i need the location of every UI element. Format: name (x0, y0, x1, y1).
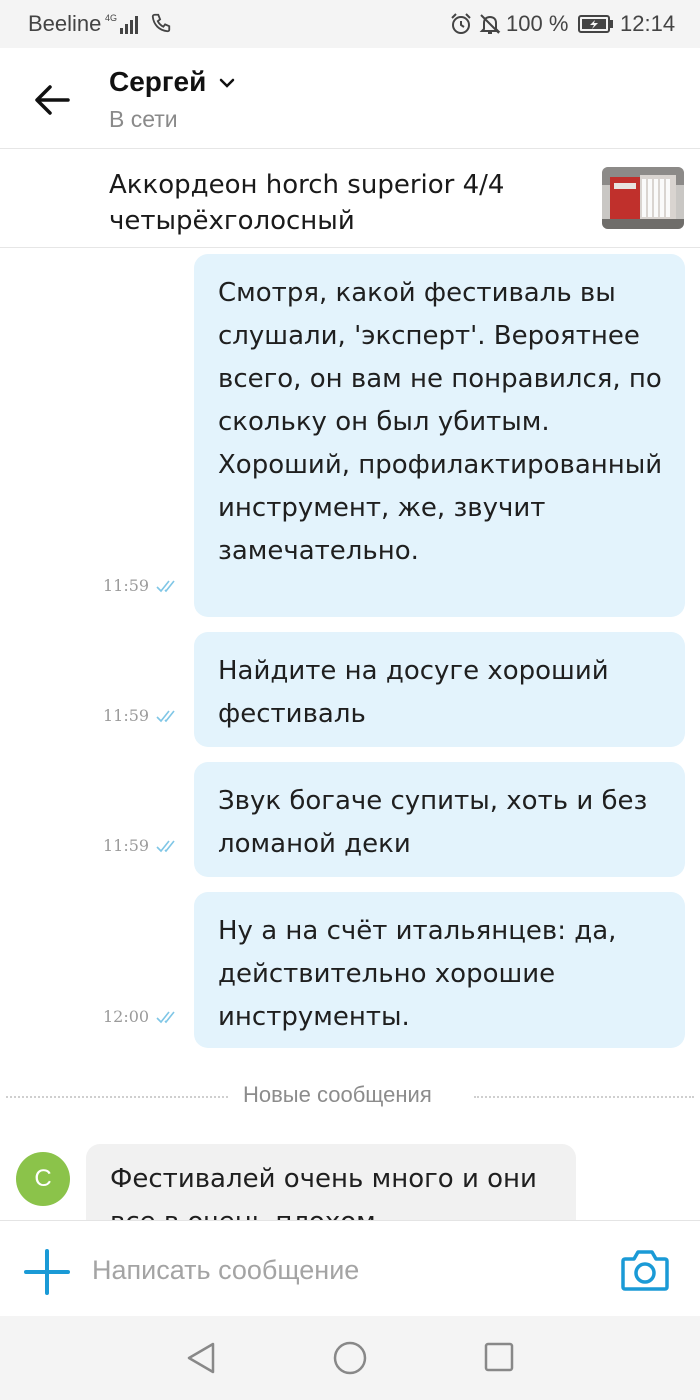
message-bubble-outgoing[interactable]: Найдите на досуге хороший фестиваль (194, 632, 685, 747)
message-time: 11:59 (103, 836, 150, 855)
status-bar: Beeline 4G 100 % 12:14 (0, 0, 700, 48)
battery-percent: 100 % (506, 11, 569, 36)
message-meta: 11:59 (103, 836, 181, 855)
message-list[interactable]: Смотря, какой фестиваль вы слушали, 'экс… (0, 248, 700, 1220)
divider-line (6, 1096, 228, 1098)
new-messages-divider: Новые сообщения (0, 1082, 700, 1112)
contact-status: В сети (109, 106, 178, 132)
message-meta: 12:00 (103, 1007, 181, 1026)
message-input[interactable] (92, 1245, 592, 1295)
chat-header: Сергей В сети (0, 48, 700, 148)
phone-icon (151, 13, 171, 33)
divider-line (474, 1096, 694, 1098)
message-time: 12:00 (103, 1007, 150, 1026)
double-check-icon (156, 580, 175, 593)
signal-icon: 4G (105, 13, 138, 34)
battery-charging-icon (578, 15, 613, 33)
message-meta: 11:59 (103, 706, 181, 725)
clock: 12:14 (620, 11, 676, 36)
message-meta: 11:59 (103, 576, 181, 595)
double-check-icon (156, 840, 175, 853)
plus-icon[interactable] (22, 1247, 72, 1297)
listing-card[interactable]: Аккордеон horch superior 4/4 четырёхголо… (0, 148, 700, 248)
listing-thumbnail[interactable] (602, 167, 684, 229)
alarm-icon (451, 13, 471, 34)
double-check-icon (156, 710, 175, 723)
message-time: 11:59 (103, 706, 150, 725)
system-nav-bar (0, 1316, 700, 1400)
contact-name[interactable]: Сергей (109, 66, 206, 98)
back-arrow-icon[interactable] (28, 78, 76, 122)
triangle-back-icon[interactable] (184, 1340, 218, 1376)
message-bubble-outgoing[interactable]: Ну а на счёт итальянцев: да, действитель… (194, 892, 685, 1048)
carrier-name: Beeline (28, 11, 102, 36)
message-bubble-incoming[interactable]: Фестивалей очень много и они все в очень… (86, 1144, 576, 1220)
notifications-off-icon (479, 14, 501, 34)
message-bubble-outgoing[interactable]: Звук богаче супиты, хоть и без ломаной д… (194, 762, 685, 877)
message-bubble-outgoing[interactable]: Смотря, какой фестиваль вы слушали, 'экс… (194, 254, 685, 617)
new-messages-label: Новые сообщения (243, 1082, 432, 1107)
network-type: 4G (105, 13, 117, 23)
double-check-icon (156, 1011, 175, 1024)
chevron-down-icon[interactable] (218, 76, 236, 90)
message-time: 11:59 (103, 576, 150, 595)
listing-title: Аккордеон horch superior 4/4 четырёхголо… (109, 170, 505, 236)
avatar[interactable]: C (16, 1152, 70, 1206)
camera-icon[interactable] (620, 1247, 670, 1293)
square-recent-icon[interactable] (482, 1340, 516, 1374)
message-composer (0, 1220, 700, 1316)
circle-home-icon[interactable] (331, 1339, 369, 1377)
